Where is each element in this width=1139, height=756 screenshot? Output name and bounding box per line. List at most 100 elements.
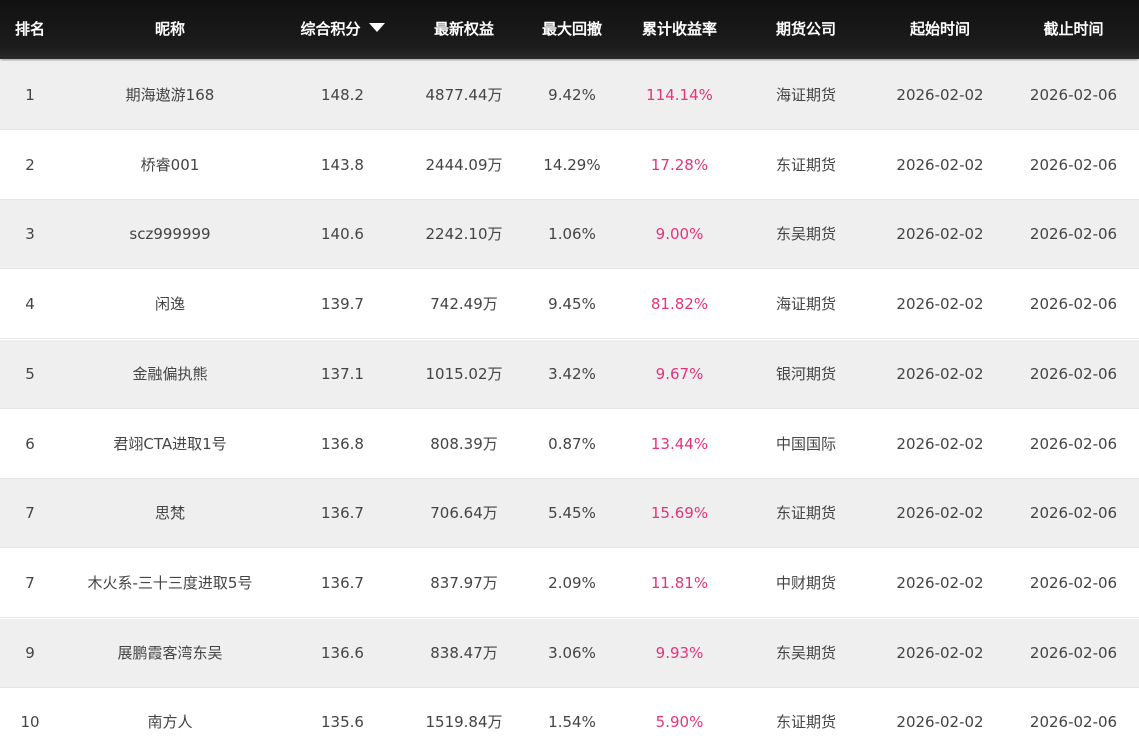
end-time-cell: 2026-02-06 — [1029, 504, 1118, 522]
end-time-cell: 2026-02-06 — [1029, 713, 1118, 731]
ranking-table: 排名 昵称 综合积分 最新权益 最大回撤 累计收益率 期货公司 起始时间 截止时… — [0, 0, 1139, 756]
max-drawdown-cell: 1.06% — [548, 225, 596, 243]
table-row[interactable]: 7 木火系-三十三度进取5号 136.7 837.97万 2.09% 11.81% 中财期货… — [0, 549, 1139, 618]
start-time-cell: 2026-02-02 — [896, 156, 984, 174]
score-cell: 136.6 — [321, 644, 364, 662]
nickname-cell: 桥睿001 — [140, 156, 200, 174]
start-time-cell: 2026-02-02 — [896, 435, 984, 453]
score-cell: 143.8 — [321, 156, 364, 174]
end-time-cell: 2026-02-06 — [1029, 644, 1118, 662]
score-cell: 148.2 — [321, 86, 364, 104]
table-row[interactable]: 10 南方人 135.6 1519.84万 1.54% 5.90% 东证期货 2026-02-… — [0, 688, 1139, 756]
nickname-cell: 闲逸 — [154, 295, 185, 313]
header-company[interactable]: 期货公司 — [743, 0, 869, 59]
end-time-cell: 2026-02-06 — [1029, 295, 1118, 313]
max-drawdown-cell: 3.06% — [548, 644, 596, 662]
header-equity[interactable]: 最新权益 — [400, 0, 528, 59]
header-end-time[interactable]: 截止时间 — [1008, 0, 1139, 59]
score-cell: 140.6 — [321, 225, 364, 243]
end-time-cell: 2026-02-06 — [1029, 86, 1118, 104]
end-time-cell: 2026-02-06 — [1029, 156, 1118, 174]
table-row[interactable]: 2 桥睿001 143.8 2444.09万 14.29% 17.28% 东证期货 2026-… — [0, 131, 1139, 200]
cum-return-cell: 13.44% — [650, 435, 709, 453]
start-time-cell: 2026-02-02 — [896, 365, 984, 383]
table-row[interactable]: 7 思梵 136.7 706.64万 5.45% 15.69% 东证期货 2026-02-02… — [0, 479, 1139, 548]
header-score[interactable]: 综合积分 — [285, 0, 400, 59]
company-cell: 东吴期货 — [775, 644, 836, 662]
start-time-cell: 2026-02-02 — [896, 86, 984, 104]
start-time-cell: 2026-02-02 — [896, 504, 984, 522]
table-row[interactable]: 1 期海遨游168 148.2 4877.44万 9.42% 114.14% 海证期货 202… — [0, 61, 1139, 130]
rank-cell: 9 — [25, 644, 35, 662]
end-time-cell: 2026-02-06 — [1029, 435, 1118, 453]
rank-cell: 7 — [25, 574, 35, 592]
header-max-drawdown[interactable]: 最大回撤 — [528, 0, 616, 59]
caret-down-icon[interactable] — [368, 23, 385, 32]
table-row[interactable]: 6 君翊CTA进取1号 136.8 808.39万 0.87% 13.44% 中国国际 202… — [0, 410, 1139, 479]
nickname-cell: 展鹏霞客湾东吴 — [117, 644, 223, 662]
score-cell: 136.7 — [321, 504, 364, 522]
rank-cell: 1 — [25, 86, 35, 104]
end-time-cell: 2026-02-06 — [1029, 225, 1118, 243]
header-nickname[interactable]: 昵称 — [75, 0, 265, 59]
start-time-cell: 2026-02-02 — [896, 644, 984, 662]
company-cell: 海证期货 — [775, 86, 836, 104]
table-row[interactable]: 3 scz999999 140.6 2242.10万 1.06% 9.00% 东吴期货 202… — [0, 200, 1139, 269]
table-header: 排名 昵称 综合积分 最新权益 最大回撤 累计收益率 期货公司 起始时间 截止时… — [0, 0, 1139, 59]
equity-cell: 1015.02万 — [425, 365, 503, 383]
company-cell: 东吴期货 — [775, 225, 836, 243]
header-start-time[interactable]: 起始时间 — [869, 0, 1011, 59]
header-cum-return[interactable]: 累计收益率 — [616, 0, 743, 59]
nickname-cell: 木火系-三十三度进取5号 — [87, 574, 253, 592]
nickname-cell: 金融偏执熊 — [132, 365, 208, 383]
header-score-label: 综合积分 — [300, 20, 361, 38]
equity-cell: 706.64万 — [430, 504, 498, 522]
max-drawdown-cell: 3.42% — [548, 365, 596, 383]
cum-return-cell: 114.14% — [646, 86, 713, 104]
score-cell: 137.1 — [321, 365, 364, 383]
cum-return-cell: 9.67% — [655, 365, 704, 383]
max-drawdown-cell: 9.42% — [548, 86, 596, 104]
cum-return-cell: 15.69% — [650, 504, 709, 522]
nickname-cell: 期海遨游168 — [125, 86, 215, 104]
header-rank[interactable]: 排名 — [0, 0, 60, 59]
company-cell: 海证期货 — [775, 295, 836, 313]
table-row[interactable]: 4 闲逸 139.7 742.49万 9.45% 81.82% 海证期货 2026-02-02… — [0, 270, 1139, 339]
score-cell: 136.7 — [321, 574, 364, 592]
table-row[interactable]: 9 展鹏霞客湾东吴 136.6 838.47万 3.06% 9.93% 东吴期货 2026-0… — [0, 619, 1139, 688]
table-row[interactable]: 5 金融偏执熊 137.1 1015.02万 3.42% 9.67% 银河期货 2026-02… — [0, 340, 1139, 409]
max-drawdown-cell: 14.29% — [543, 156, 601, 174]
rank-cell: 3 — [25, 225, 35, 243]
equity-cell: 4877.44万 — [425, 86, 503, 104]
start-time-cell: 2026-02-02 — [896, 574, 984, 592]
max-drawdown-cell: 9.45% — [548, 295, 596, 313]
company-cell: 东证期货 — [775, 504, 836, 522]
nickname-cell: 思梵 — [154, 504, 185, 522]
company-cell: 银河期货 — [775, 365, 836, 383]
equity-cell: 2242.10万 — [425, 225, 503, 243]
equity-cell: 837.97万 — [430, 574, 498, 592]
rank-cell: 2 — [25, 156, 35, 174]
start-time-cell: 2026-02-02 — [896, 713, 984, 731]
company-cell: 中国国际 — [775, 435, 836, 453]
nickname-cell: 南方人 — [147, 713, 193, 731]
rank-cell: 5 — [25, 365, 35, 383]
max-drawdown-cell: 2.09% — [548, 574, 596, 592]
rank-cell: 10 — [20, 713, 40, 731]
rank-cell: 4 — [25, 295, 35, 313]
equity-cell: 838.47万 — [430, 644, 498, 662]
nickname-cell: scz999999 — [129, 225, 211, 243]
company-cell: 东证期货 — [775, 156, 836, 174]
nickname-cell: 君翊CTA进取1号 — [113, 435, 227, 453]
equity-cell: 808.39万 — [430, 435, 498, 453]
end-time-cell: 2026-02-06 — [1029, 574, 1118, 592]
max-drawdown-cell: 1.54% — [548, 713, 596, 731]
rank-cell: 6 — [25, 435, 35, 453]
score-cell: 136.8 — [321, 435, 364, 453]
company-cell: 中财期货 — [775, 574, 836, 592]
cum-return-cell: 9.93% — [655, 644, 704, 662]
equity-cell: 742.49万 — [430, 295, 498, 313]
cum-return-cell: 17.28% — [650, 156, 709, 174]
cum-return-cell: 81.82% — [650, 295, 709, 313]
end-time-cell: 2026-02-06 — [1029, 365, 1118, 383]
